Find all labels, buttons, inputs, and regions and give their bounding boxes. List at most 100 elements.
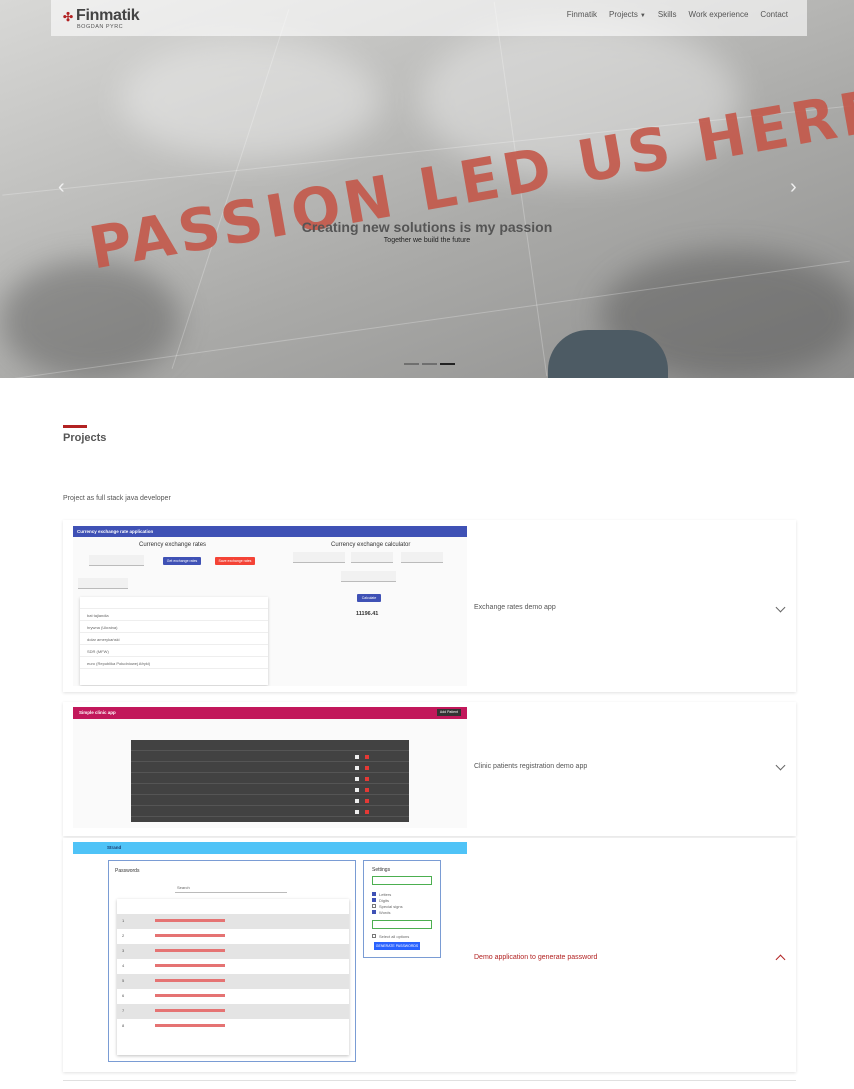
number-field (372, 876, 432, 885)
password-value (155, 934, 225, 937)
delete-icon (365, 788, 369, 792)
navbar: ✣ Finmatik BOGDAN PYRC Finmatik Projects… (51, 0, 807, 36)
table-header (117, 899, 349, 914)
table-row: SDR (MFW) (80, 645, 268, 657)
table-row: 7 (117, 1004, 349, 1019)
passwords-title: Passwords (115, 868, 140, 874)
delete-icon (365, 777, 369, 781)
row-number: 2 (122, 933, 125, 938)
projects-subtitle: Project as full stack java developer (63, 495, 171, 502)
nav-item-projects[interactable]: Projects ▼ (609, 10, 646, 19)
panel-title[interactable]: Exchange rates demo app (474, 604, 556, 611)
generate-button: GENERATE PASSWORDS (374, 942, 420, 950)
date-field (89, 555, 144, 566)
password-value (155, 979, 225, 982)
project-panel-clinic[interactable]: Simple clinic app Add Patient Clinic pat… (63, 702, 796, 836)
chevron-up-icon[interactable] (775, 954, 786, 965)
app-bar-title: Strand (107, 845, 122, 850)
hero-carousel: PASSION LED US HERE ✣ Finmatik BOGDAN PY… (0, 0, 854, 378)
carousel-indicator[interactable] (404, 363, 419, 365)
nav-item-projects-label: Projects (609, 10, 638, 19)
password-value (155, 949, 225, 952)
calculation-result: 11196.41 (356, 611, 379, 617)
nav-item-skills[interactable]: Skills (658, 10, 677, 19)
settings-title: Settings (372, 867, 391, 873)
carousel-indicator-active[interactable] (440, 363, 455, 365)
passwords-table: 1 2 3 4 5 6 7 8 (117, 899, 349, 1055)
edit-icon (355, 788, 359, 792)
calculator-heading: Currency exchange calculator (331, 542, 411, 548)
app-bar-title: Simple clinic app (79, 710, 116, 715)
option-label: Letters (379, 892, 392, 897)
carousel-indicator[interactable] (422, 363, 437, 365)
search-label: Search (177, 885, 190, 890)
currency-name: bat tajlandia (87, 613, 109, 618)
clinic-app-screenshot: Simple clinic app Add Patient (73, 707, 467, 828)
edit-icon (355, 755, 359, 759)
passwords-card: Passwords Search 1 2 3 4 5 6 7 8 (108, 860, 356, 1062)
table-row (131, 762, 409, 773)
password-value (155, 1024, 225, 1027)
settings-card: Settings Letters Digits Special signs Wo… (363, 860, 441, 958)
row-number: 5 (122, 978, 125, 983)
panel-title[interactable]: Clinic patients registration demo app (474, 763, 587, 770)
chevron-left-icon[interactable]: ‹ (58, 176, 65, 199)
brand-subtitle: BOGDAN PYRC (77, 24, 124, 30)
checkbox-icon (372, 904, 376, 908)
table-row: 3 (117, 944, 349, 959)
app-bar: Currency exchange rate application (73, 526, 467, 537)
delete-icon (365, 810, 369, 814)
table-pagination (80, 669, 268, 681)
panel-title[interactable]: Demo application to generate password (474, 954, 597, 961)
shoe-image (548, 330, 668, 378)
row-number: 1 (122, 918, 125, 923)
checkbox-icon (372, 910, 376, 914)
row-number: 3 (122, 948, 125, 953)
app-bar-title: Currency exchange rate application (77, 529, 154, 534)
chevron-down-icon[interactable] (775, 760, 786, 771)
table-row: 2 (117, 929, 349, 944)
nav-item-contact[interactable]: Contact (760, 10, 788, 19)
app-bar: Strand (73, 842, 467, 854)
project-panel-exchange-rates[interactable]: Currency exchange rate application Curre… (63, 520, 796, 692)
chevron-down-icon[interactable] (775, 602, 786, 613)
add-patient-button: Add Patient (436, 709, 461, 716)
table-row: 6 (117, 989, 349, 1004)
table-row (131, 773, 409, 784)
projects-title: Projects (63, 432, 107, 444)
option-label: Special signs (379, 904, 403, 909)
caret-down-icon: ▼ (639, 13, 646, 19)
table-header (131, 740, 409, 751)
project-panel-password-generator[interactable]: Strand Passwords Search 1 2 3 4 5 6 7 8 … (63, 838, 796, 1072)
to-currency-field (401, 552, 443, 563)
table-row (131, 806, 409, 817)
table-row (131, 751, 409, 762)
row-number: 8 (122, 1023, 125, 1028)
table-row (131, 795, 409, 806)
brand-name: Finmatik (76, 7, 140, 24)
shadow-area (0, 260, 180, 378)
nav-item-finmatik[interactable]: Finmatik (567, 10, 597, 19)
filter-field (78, 578, 128, 589)
select-all-label: Select all options (379, 934, 410, 939)
table-row: 8 (117, 1019, 349, 1034)
password-app-screenshot: Strand Passwords Search 1 2 3 4 5 6 7 8 … (73, 842, 467, 1062)
carousel-caption-subtitle: Together we build the future (383, 237, 471, 244)
rates-table: bat tajlandia hrywna (Ukraina) dolar ame… (80, 597, 268, 685)
exchange-app-screenshot: Currency exchange rate application Curre… (73, 526, 467, 686)
panel-divider (63, 1080, 796, 1081)
rates-heading: Currency exchange rates (139, 542, 207, 548)
table-row: dolar amerykański (80, 633, 268, 645)
chevron-right-icon[interactable]: › (790, 176, 797, 199)
nav-item-work-experience[interactable]: Work experience (689, 10, 749, 19)
password-value (155, 1009, 225, 1012)
amount-field (293, 552, 345, 563)
row-number: 4 (122, 963, 125, 968)
row-number: 7 (122, 1008, 125, 1013)
section-accent-bar (63, 425, 87, 428)
table-row: 4 (117, 959, 349, 974)
delete-icon (365, 755, 369, 759)
search-underline (175, 892, 287, 893)
option-label: Words (379, 910, 391, 915)
currency-name: euro (Republika Południowej Afryki) (87, 661, 151, 666)
